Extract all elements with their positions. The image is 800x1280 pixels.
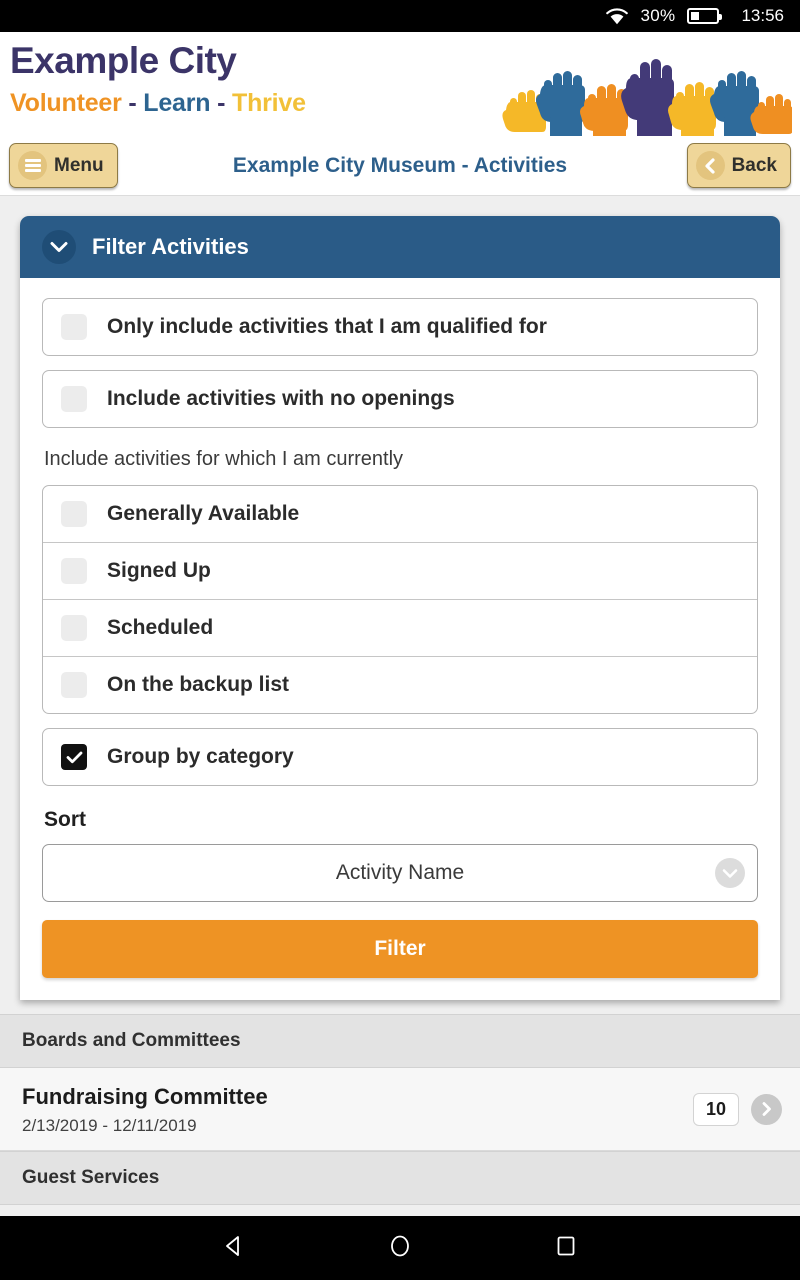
back-button[interactable]: Back: [686, 143, 791, 188]
checkbox-no-openings[interactable]: [61, 386, 87, 412]
tagline-thrive: Thrive: [232, 89, 306, 117]
status-bar: 30% 13:56: [0, 0, 800, 32]
chevron-down-icon: [715, 858, 745, 888]
chevron-right-icon[interactable]: [751, 1093, 782, 1125]
wifi-icon: [605, 6, 629, 26]
checkbox-qualified[interactable]: [61, 314, 87, 340]
status-clock: 13:56: [741, 6, 784, 25]
page-title: Example City Museum - Activities: [232, 153, 568, 177]
square-recents-icon[interactable]: [553, 1233, 579, 1264]
back-button-label: Back: [731, 154, 777, 176]
checkbox-card-qualified: Only include activities that I am qualif…: [42, 298, 758, 356]
circle-home-icon[interactable]: [387, 1233, 413, 1264]
checkbox-row-qualified[interactable]: Only include activities that I am qualif…: [43, 299, 757, 355]
filter-subheading: Include activities for which I am curren…: [44, 448, 404, 470]
list-item[interactable]: Fundraising Committee 2/13/2019 - 12/11/…: [0, 1068, 800, 1151]
android-navigation-bar: [0, 1216, 800, 1280]
checkbox-row-signed-up[interactable]: Signed Up: [43, 542, 757, 599]
filter-panel-header[interactable]: Filter Activities: [20, 216, 780, 278]
tagline-learn: Learn: [143, 89, 211, 117]
brand-header: Example City Volunteer - Learn - Thrive: [0, 32, 800, 136]
raised-hands-logo: [492, 58, 793, 136]
app-screen: 30% 13:56 Example City Volunteer - Learn…: [0, 0, 800, 1280]
triangle-back-icon[interactable]: [221, 1233, 247, 1264]
checkbox-label-no-openings: Include activities with no openings: [107, 387, 455, 410]
checkbox-group-by-category[interactable]: [61, 744, 87, 770]
group-header-boards-and-committees: Boards and Committees: [0, 1014, 800, 1068]
checkbox-card-status-group: Generally Available Signed Up Scheduled …: [42, 485, 758, 714]
activity-results-list: Boards and Committees Fundraising Commit…: [0, 1014, 800, 1205]
checkbox-generally-available[interactable]: [61, 501, 87, 527]
sort-label: Sort: [44, 808, 86, 831]
checkbox-row-group-by-category[interactable]: Group by category: [43, 729, 757, 785]
checkbox-label-group-by-category: Group by category: [107, 745, 294, 768]
tagline-dash-2: -: [217, 89, 226, 117]
sort-select-value: Activity Name: [335, 861, 465, 884]
list-item-main: Fundraising Committee 2/13/2019 - 12/11/…: [22, 1082, 693, 1136]
chevron-down-icon: [42, 230, 76, 264]
checkbox-card-no-openings: Include activities with no openings: [42, 370, 758, 428]
filter-panel: Filter Activities Only include activitie…: [20, 216, 780, 1000]
menu-button-label: Menu: [54, 154, 104, 176]
filter-panel-body: Only include activities that I am qualif…: [20, 278, 780, 1000]
checkbox-label-signed-up: Signed Up: [107, 559, 211, 582]
tagline-volunteer: Volunteer: [10, 89, 122, 117]
chevron-left-icon: [695, 151, 725, 180]
checkbox-row-no-openings[interactable]: Include activities with no openings: [43, 371, 757, 427]
list-item-dates: 2/13/2019 - 12/11/2019: [22, 1116, 197, 1135]
checkbox-backup-list[interactable]: [61, 672, 87, 698]
checkbox-label-generally-available: Generally Available: [107, 502, 300, 525]
checkbox-card-group-by-category: Group by category: [42, 728, 758, 786]
status-badge: 10: [692, 1092, 739, 1126]
checkbox-label-backup-list: On the backup list: [107, 673, 290, 696]
checkbox-signed-up[interactable]: [61, 558, 87, 584]
nav-bar: Menu Example City Museum - Activities Ba…: [0, 136, 800, 196]
checkbox-label-qualified: Only include activities that I am qualif…: [107, 315, 547, 338]
battery-percent: 30%: [640, 6, 676, 25]
hamburger-icon: [18, 151, 47, 180]
filter-submit-button[interactable]: Filter: [42, 920, 758, 978]
sort-select[interactable]: Activity Name: [42, 844, 758, 902]
battery-icon: [687, 8, 723, 24]
checkbox-scheduled[interactable]: [61, 615, 87, 641]
checkbox-label-scheduled: Scheduled: [107, 616, 214, 639]
menu-button[interactable]: Menu: [9, 143, 118, 188]
group-header-guest-services: Guest Services: [0, 1151, 800, 1205]
checkbox-row-scheduled[interactable]: Scheduled: [43, 599, 757, 656]
checkbox-row-generally-available[interactable]: Generally Available: [43, 486, 757, 542]
list-item-title: Fundraising Committee: [22, 1084, 268, 1109]
filter-panel-title: Filter Activities: [92, 234, 249, 259]
checkbox-row-backup-list[interactable]: On the backup list: [43, 656, 757, 713]
tagline-dash-1: -: [128, 89, 137, 117]
